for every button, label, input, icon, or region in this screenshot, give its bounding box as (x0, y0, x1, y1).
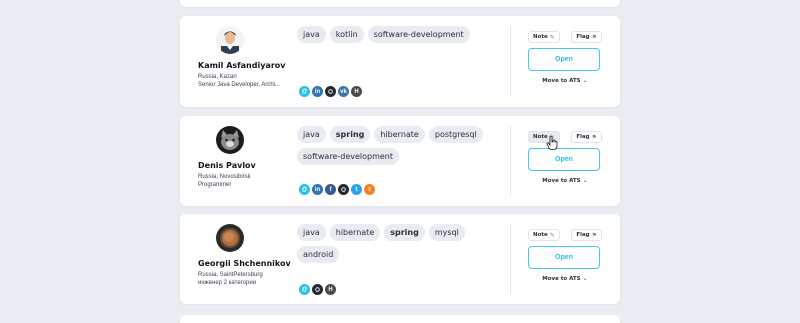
flag-label: Flag (576, 34, 590, 40)
flag-label: Flag (576, 232, 590, 238)
skill-tag[interactable]: spring (384, 224, 425, 241)
candidate-name[interactable]: Georgii Shchennikov (198, 259, 303, 269)
open-button[interactable]: Open (528, 48, 600, 71)
skill-tag[interactable]: spring (329, 126, 371, 143)
skill-tag[interactable]: software-development (297, 148, 400, 165)
candidate-card: Georgii Shchennikov Russia, SaintPetersb… (180, 214, 620, 304)
social-links: @ H (299, 284, 336, 295)
skill-tag[interactable]: hibernate (329, 224, 381, 241)
candidate-actions: Note ✎ Flag ⚑ Open Move to ATS⌄ (528, 131, 602, 184)
email-icon[interactable]: @ (299, 86, 310, 97)
divider (510, 224, 511, 294)
candidate-location: Russia, Kazan (198, 74, 237, 80)
skill-tag[interactable]: software-development (367, 26, 470, 43)
skill-tag[interactable]: android (297, 246, 340, 263)
open-button[interactable]: Open (528, 148, 600, 171)
previous-candidate-card (180, 0, 620, 7)
candidate-name[interactable]: Kamil Asfandiyarov (198, 61, 303, 71)
ats-label: Move to ATS (542, 276, 581, 282)
flag-button[interactable]: Flag ⚑ (571, 131, 602, 143)
chevron-down-icon: ⌄ (582, 77, 588, 84)
flag-icon: ⚑ (591, 33, 597, 41)
note-button[interactable]: Note ✎ (528, 31, 560, 43)
candidate-profile: Georgii Shchennikov Russia, SaintPetersb… (198, 224, 303, 287)
social-links: @ in f t ≡ (299, 184, 375, 195)
note-button[interactable]: Note ✎ (528, 229, 560, 241)
candidate-profile: Kamil Asfandiyarov Russia, Kazan Senior … (198, 26, 303, 89)
habr-icon[interactable]: H (351, 86, 362, 97)
skill-tag[interactable]: java (297, 26, 326, 43)
candidate-location: Russia, SaintPetersburg (198, 272, 263, 278)
social-links: @ in vk H (299, 86, 362, 97)
email-icon[interactable]: @ (299, 184, 310, 195)
move-to-ats-dropdown[interactable]: Move to ATS ⌄ (528, 275, 602, 282)
chevron-down-icon: ⌄ (582, 177, 588, 184)
flag-label: Flag (576, 134, 590, 140)
candidate-card: Denis Pavlov Russia, Novosibirsk Program… (180, 116, 620, 206)
note-icon: ✎ (549, 231, 555, 239)
avatar[interactable] (216, 26, 244, 54)
move-to-ats-dropdown[interactable]: Move to ATS ⌄ (528, 77, 602, 84)
email-icon[interactable]: @ (299, 284, 310, 295)
flag-icon: ⚑ (591, 231, 597, 239)
flag-button[interactable]: Flag ⚑ (571, 31, 602, 43)
skill-tag[interactable]: java (297, 126, 326, 143)
facebook-icon[interactable]: f (325, 184, 336, 195)
candidate-profile: Denis Pavlov Russia, Novosibirsk Program… (198, 126, 303, 189)
habr-icon[interactable]: H (325, 284, 336, 295)
candidate-actions: Note ✎ Flag ⚑ Open Move to ATS⌄ (528, 229, 602, 282)
skill-tags: java spring hibernate postgresql softwar… (297, 126, 497, 165)
avatar[interactable] (216, 224, 244, 252)
divider (510, 126, 511, 196)
github-icon[interactable] (312, 284, 323, 295)
candidate-name[interactable]: Denis Pavlov (198, 161, 303, 171)
note-label: Note (533, 34, 548, 40)
candidate-location: Russia, Novosibirsk (198, 174, 251, 180)
candidate-title: инженер 2 категории (198, 280, 257, 286)
ats-label: Move to ATS (542, 178, 581, 184)
skill-tag[interactable]: kotlin (329, 26, 364, 43)
next-candidate-card (180, 315, 620, 323)
candidate-actions: Note ✎ Flag ⚑ Open Move to ATS⌄ (528, 31, 602, 84)
skill-tag[interactable]: postgresql (428, 126, 483, 143)
linkedin-icon[interactable]: in (312, 86, 323, 97)
skill-tag[interactable]: java (297, 224, 326, 241)
skill-tag[interactable]: hibernate (374, 126, 425, 143)
candidate-title: Senior Java Developer, Archi... (198, 82, 281, 88)
chevron-down-icon: ⌄ (582, 275, 588, 282)
avatar[interactable] (216, 126, 244, 154)
note-label: Note (533, 232, 548, 238)
skill-tag[interactable]: mysql (428, 224, 465, 241)
move-to-ats-dropdown[interactable]: Move to ATS ⌄ (528, 177, 602, 184)
stackoverflow-icon[interactable]: ≡ (364, 184, 375, 195)
twitter-icon[interactable]: t (351, 184, 362, 195)
github-icon[interactable] (338, 184, 349, 195)
open-button[interactable]: Open (528, 246, 600, 269)
vk-icon[interactable]: vk (338, 86, 349, 97)
flag-icon: ⚑ (591, 133, 597, 141)
skill-tags: java hibernate spring mysql android (297, 224, 497, 263)
hand-cursor-icon (546, 136, 558, 150)
divider (510, 26, 511, 97)
flag-button[interactable]: Flag ⚑ (571, 229, 602, 241)
skill-tags: java kotlin software-development (297, 26, 497, 43)
note-icon: ✎ (549, 33, 555, 41)
linkedin-icon[interactable]: in (312, 184, 323, 195)
github-icon[interactable] (325, 86, 336, 97)
ats-label: Move to ATS (542, 78, 581, 84)
candidate-card: Kamil Asfandiyarov Russia, Kazan Senior … (180, 16, 620, 107)
candidate-title: Programmer (198, 182, 232, 188)
